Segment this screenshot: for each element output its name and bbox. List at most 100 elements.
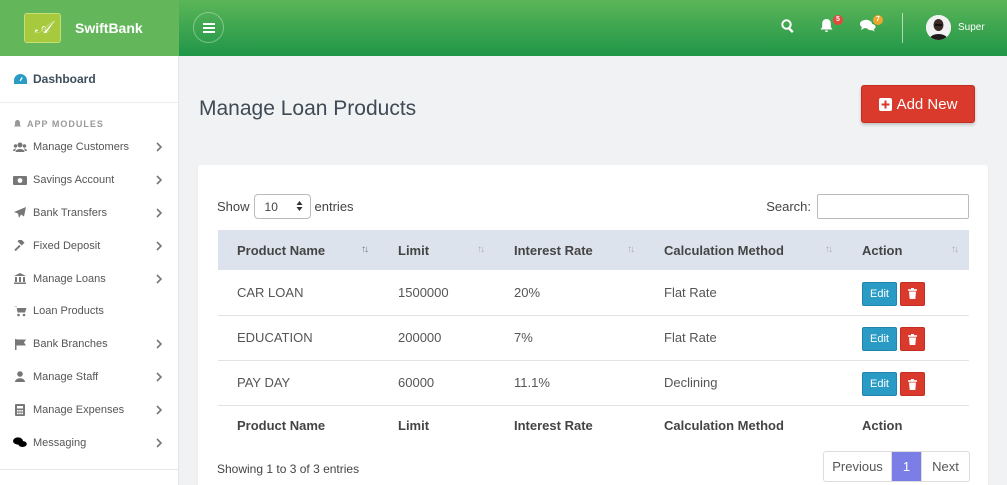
- notifications-button[interactable]: 5: [820, 15, 843, 37]
- page-length-select[interactable]: 10: [253, 194, 311, 219]
- sidebar-item-bank-transfers[interactable]: Bank Transfers: [0, 197, 178, 230]
- sidebar-item-manage-customers[interactable]: Manage Customers: [0, 131, 178, 164]
- bank-icon: [13, 273, 27, 285]
- cell-interest-rate: 7%: [514, 330, 533, 345]
- chevron-right-icon: [156, 405, 162, 415]
- cell-calculation-method: Flat Rate: [664, 284, 717, 300]
- cell-product-name: CAR LOAN: [237, 284, 304, 300]
- cell-calculation-method: Declining: [664, 375, 718, 390]
- entries-label: entries: [314, 199, 354, 214]
- column-header-limit[interactable]: Limit ↑↓: [379, 230, 495, 270]
- bell-icon: [820, 19, 833, 32]
- column-header-label: Product Name: [237, 242, 326, 258]
- footer-calculation-method: Calculation Method: [664, 417, 784, 433]
- sidebar-item-dashboard[interactable]: Dashboard: [0, 56, 178, 103]
- footer-interest-rate: Interest Rate: [514, 417, 593, 433]
- chevron-right-icon: [156, 175, 162, 185]
- cell-limit: 200000: [398, 330, 442, 345]
- sidebar-item-loan-products[interactable]: Loan Products: [0, 295, 178, 328]
- sort-icon: ↑↓: [825, 244, 833, 255]
- sidebar-item-manage-staff[interactable]: Manage Staff: [0, 361, 178, 394]
- sidebar-item-bank-branches[interactable]: Bank Branches: [0, 328, 178, 361]
- search-input[interactable]: [817, 194, 969, 219]
- table-search: Search:: [766, 194, 969, 219]
- sort-icon: ↑↓: [477, 244, 485, 255]
- search-button[interactable]: [781, 19, 799, 37]
- comments-icon: [13, 437, 27, 448]
- user-icon: [13, 371, 27, 383]
- page-title: Manage Loan Products: [199, 97, 417, 120]
- column-header-product-name[interactable]: Product Name ↑↓: [218, 230, 379, 270]
- column-header-interest-rate[interactable]: Interest Rate ↑↓: [495, 230, 645, 270]
- footer-action: Action: [862, 417, 903, 433]
- sort-icon: ↑↓: [361, 244, 369, 255]
- brand[interactable]: 𝒜 SwiftBank: [0, 0, 179, 56]
- cell-action: Edit: [843, 270, 969, 315]
- plus-square-icon: [878, 97, 892, 111]
- column-header-label: Limit: [398, 242, 430, 258]
- sidebar-item-label: Manage Loans: [33, 272, 106, 285]
- delete-button[interactable]: [900, 372, 925, 396]
- user-avatar-image: [926, 15, 951, 40]
- top-navbar: 5 7 Super: [179, 0, 1007, 56]
- edit-button[interactable]: Edit: [862, 327, 897, 351]
- chevron-right-icon: [156, 437, 162, 448]
- pagination-previous[interactable]: Previous: [824, 452, 892, 481]
- notifications-badge: 5: [833, 15, 843, 25]
- add-new-label: Add New: [896, 95, 958, 113]
- hamburger-icon: [202, 22, 215, 33]
- sidebar: Dashboard APP MODULES Manage Customers S…: [0, 56, 179, 485]
- cell-interest-rate: 20%: [514, 284, 541, 300]
- sidebar-item-manage-loans[interactable]: Manage Loans: [0, 262, 178, 295]
- table-footer-row: Product Name Limit Interest Rate Calcula…: [218, 405, 969, 443]
- chevron-right-icon: [156, 339, 162, 349]
- sort-arrows-icon: [296, 201, 303, 211]
- sidebar-item-label: Loan Products: [33, 305, 104, 318]
- cell-limit: 60000: [398, 375, 435, 390]
- messages-button[interactable]: 7: [860, 15, 883, 37]
- flag-icon: [13, 338, 27, 350]
- sidebar-item-label: Bank Branches: [33, 338, 108, 351]
- cell-action: Edit: [843, 315, 969, 360]
- sidebar-toggle-button[interactable]: [193, 12, 224, 43]
- edit-button[interactable]: Edit: [862, 281, 897, 306]
- dashboard-icon: [14, 74, 27, 84]
- money-icon: [13, 175, 27, 185]
- edit-button[interactable]: Edit: [862, 372, 897, 396]
- header-divider: [902, 13, 903, 43]
- sidebar-item-label: Fixed Deposit: [33, 239, 101, 252]
- calculator-icon: [13, 403, 27, 416]
- delete-button[interactable]: [900, 327, 925, 351]
- delete-button[interactable]: [900, 281, 925, 306]
- cell-calculation-method: Flat Rate: [664, 330, 717, 345]
- sidebar-item-manage-expenses[interactable]: Manage Expenses: [0, 393, 178, 426]
- sidebar-item-label: Dashboard: [33, 72, 96, 86]
- pagination-next[interactable]: Next: [921, 452, 969, 481]
- pagination: Previous 1 Next: [823, 451, 970, 482]
- sidebar-section-header: APP MODULES: [0, 117, 178, 131]
- avatar[interactable]: [926, 15, 951, 40]
- cart-icon: [13, 305, 27, 317]
- column-header-action[interactable]: Action ↑↓: [843, 230, 969, 270]
- trash-icon: [908, 333, 917, 345]
- column-header-label: Calculation Method: [664, 242, 784, 258]
- pagination-page-current[interactable]: 1: [892, 452, 921, 481]
- trash-icon: [908, 378, 917, 390]
- column-header-label: Action: [862, 242, 903, 258]
- table-row: PAY DAY 60000 11.1% Declining Edit: [218, 360, 969, 405]
- user-name[interactable]: Super: [958, 22, 985, 33]
- footer-product-name: Product Name: [237, 417, 326, 433]
- sidebar-item-messaging[interactable]: Messaging: [0, 426, 178, 459]
- search-icon: [781, 19, 794, 33]
- column-header-calculation-method[interactable]: Calculation Method ↑↓: [645, 230, 843, 270]
- add-new-button[interactable]: Add New: [861, 85, 975, 123]
- sidebar-item-savings-account[interactable]: Savings Account: [0, 164, 178, 197]
- sidebar-item-label: Savings Account: [33, 174, 115, 187]
- trash-icon: [908, 288, 917, 300]
- sidebar-item-fixed-deposit[interactable]: Fixed Deposit: [0, 229, 178, 262]
- cell-product-name: PAY DAY: [237, 375, 291, 390]
- cell-limit: 1500000: [398, 284, 449, 300]
- sidebar-item-label: Manage Expenses: [33, 403, 125, 416]
- table-row: EDUCATION 200000 7% Flat Rate Edit: [218, 315, 969, 360]
- cell-action: Edit: [843, 360, 969, 405]
